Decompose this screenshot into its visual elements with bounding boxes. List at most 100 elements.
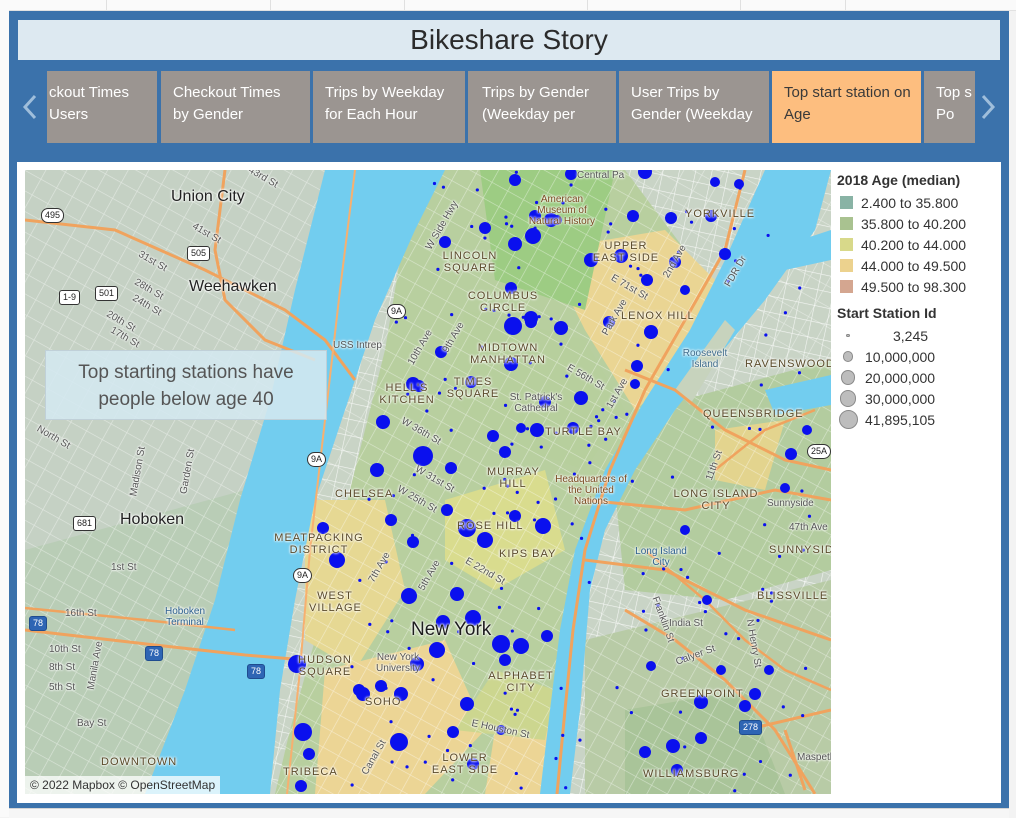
station-marker[interactable] — [561, 733, 565, 737]
station-marker[interactable] — [780, 483, 790, 493]
station-marker[interactable] — [515, 708, 520, 712]
size-legend-item[interactable]: 30,000,000 — [837, 388, 997, 409]
story-tab[interactable]: Top s on Po — [924, 71, 975, 143]
station-marker[interactable] — [666, 368, 670, 372]
station-marker[interactable] — [710, 177, 720, 187]
size-legend-item[interactable]: 41,895,105 — [837, 409, 997, 430]
station-marker[interactable] — [804, 666, 808, 670]
station-marker[interactable] — [513, 638, 529, 654]
station-marker[interactable] — [666, 739, 680, 753]
station-marker[interactable] — [460, 697, 474, 711]
station-marker[interactable] — [641, 274, 653, 286]
station-marker[interactable] — [629, 711, 633, 715]
station-marker[interactable] — [510, 442, 514, 446]
station-marker[interactable] — [724, 632, 728, 636]
station-marker[interactable] — [535, 518, 551, 534]
station-marker[interactable] — [807, 514, 812, 518]
station-marker[interactable] — [631, 360, 643, 372]
station-marker[interactable] — [499, 446, 511, 458]
station-marker[interactable] — [445, 462, 457, 474]
station-marker[interactable] — [695, 732, 707, 744]
station-marker[interactable] — [505, 511, 510, 515]
size-legend-item[interactable]: 20,000,000 — [837, 367, 997, 388]
station-marker[interactable] — [565, 170, 577, 180]
station-marker[interactable] — [625, 412, 629, 416]
station-marker[interactable] — [482, 486, 486, 490]
station-marker[interactable] — [530, 423, 544, 437]
station-marker[interactable] — [758, 427, 762, 431]
station-marker[interactable] — [614, 415, 618, 419]
station-marker[interactable] — [641, 609, 646, 613]
story-tab[interactable]: Checkout Times by Gender — [161, 71, 310, 143]
station-marker[interactable] — [797, 371, 802, 375]
station-marker[interactable] — [350, 783, 354, 787]
size-legend-item[interactable]: 10,000,000 — [837, 346, 997, 367]
station-marker[interactable] — [758, 759, 763, 764]
station-marker[interactable] — [441, 504, 453, 516]
station-marker[interactable] — [513, 712, 517, 716]
station-marker[interactable] — [384, 686, 388, 690]
station-marker[interactable] — [679, 567, 683, 572]
station-marker[interactable] — [627, 210, 639, 222]
station-marker[interactable] — [513, 513, 517, 517]
station-marker[interactable] — [638, 170, 652, 179]
station-marker[interactable] — [689, 220, 694, 224]
size-legend-item[interactable]: 3,245 — [837, 325, 997, 346]
station-marker[interactable] — [385, 514, 397, 526]
station-marker[interactable] — [630, 479, 634, 483]
station-marker[interactable] — [579, 536, 584, 540]
station-marker[interactable] — [492, 635, 510, 653]
station-marker[interactable] — [525, 427, 530, 431]
station-marker[interactable] — [698, 600, 702, 605]
station-marker[interactable] — [702, 595, 712, 605]
station-marker[interactable] — [764, 665, 774, 675]
station-marker[interactable] — [477, 532, 493, 548]
station-marker[interactable] — [386, 630, 390, 634]
station-marker[interactable] — [449, 428, 453, 432]
station-marker[interactable] — [536, 500, 540, 504]
station-marker[interactable] — [597, 419, 601, 423]
station-marker[interactable] — [303, 748, 315, 760]
station-marker[interactable] — [628, 216, 632, 220]
station-marker[interactable] — [517, 266, 521, 270]
station-marker[interactable] — [537, 606, 541, 611]
station-marker[interactable] — [577, 302, 582, 307]
station-marker[interactable] — [670, 475, 675, 479]
station-marker[interactable] — [370, 463, 384, 477]
station-marker[interactable] — [353, 684, 365, 696]
station-marker[interactable] — [764, 333, 768, 337]
station-marker[interactable] — [800, 489, 804, 493]
station-marker[interactable] — [510, 629, 514, 633]
station-marker[interactable] — [405, 765, 409, 769]
station-marker[interactable] — [487, 430, 499, 442]
station-marker[interactable] — [601, 408, 605, 412]
station-marker[interactable] — [368, 622, 372, 626]
station-marker[interactable] — [606, 230, 610, 234]
station-marker[interactable] — [680, 285, 690, 295]
station-marker[interactable] — [639, 746, 651, 758]
station-marker[interactable] — [376, 415, 390, 429]
station-marker[interactable] — [447, 726, 459, 738]
station-marker[interactable] — [719, 248, 731, 260]
color-legend-item[interactable]: 49.500 to 98.300 — [837, 276, 997, 297]
station-marker[interactable] — [539, 445, 543, 449]
station-marker[interactable] — [636, 343, 640, 347]
station-marker[interactable] — [483, 236, 487, 240]
station-marker[interactable] — [358, 578, 362, 582]
station-map[interactable]: Union City Weehawken Hoboken New York Ho… — [25, 170, 831, 794]
station-marker[interactable] — [759, 383, 763, 387]
station-marker[interactable] — [588, 461, 592, 465]
station-marker[interactable] — [739, 700, 751, 712]
station-marker[interactable] — [518, 325, 522, 329]
station-marker[interactable] — [738, 186, 742, 190]
station-marker[interactable] — [403, 316, 408, 320]
station-marker[interactable] — [749, 688, 761, 700]
station-marker[interactable] — [468, 743, 472, 748]
station-marker[interactable] — [554, 321, 568, 335]
story-tab[interactable]: Trips by Weekday for Each Hour — [313, 71, 465, 143]
station-marker[interactable] — [504, 222, 509, 226]
station-marker[interactable] — [521, 315, 525, 319]
station-marker[interactable] — [390, 733, 408, 751]
station-marker[interactable] — [733, 789, 737, 793]
station-marker[interactable] — [766, 233, 770, 238]
